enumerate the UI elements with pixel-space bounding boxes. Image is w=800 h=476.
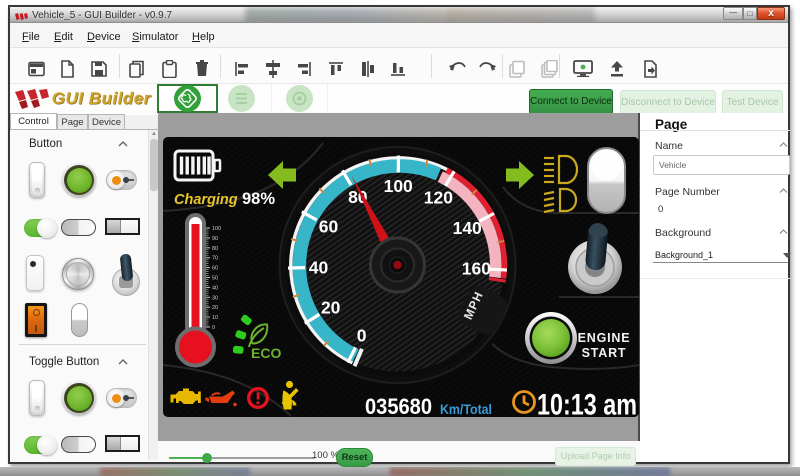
svg-text:Km/Total: Km/Total <box>440 402 492 417</box>
svg-text:20: 20 <box>321 297 341 317</box>
svg-text:160: 160 <box>462 259 491 279</box>
svg-text:120: 120 <box>424 188 453 208</box>
svg-text:ECO: ECO <box>251 345 281 361</box>
svg-text:035680: 035680 <box>365 394 432 417</box>
svg-text:40: 40 <box>309 257 329 277</box>
svg-text:98%: 98% <box>242 190 275 208</box>
svg-text:80: 80 <box>212 246 218 252</box>
svg-text:90: 90 <box>212 236 218 242</box>
svg-text:START: START <box>582 346 627 360</box>
svg-text:30: 30 <box>212 295 218 301</box>
svg-text:10: 10 <box>212 315 218 321</box>
svg-text:140: 140 <box>453 218 482 238</box>
svg-text:10:13 am: 10:13 am <box>537 389 637 418</box>
svg-text:100: 100 <box>384 176 413 196</box>
svg-text:70: 70 <box>212 256 218 262</box>
svg-text:100: 100 <box>212 226 221 232</box>
svg-text:60: 60 <box>212 266 218 272</box>
svg-text:0: 0 <box>357 326 367 346</box>
svg-text:Charging: Charging <box>174 192 238 208</box>
svg-text:50: 50 <box>212 276 218 282</box>
svg-text:40: 40 <box>212 285 218 291</box>
svg-text:ENGINE: ENGINE <box>578 331 631 345</box>
svg-text:60: 60 <box>319 217 339 237</box>
svg-text:20: 20 <box>212 305 218 311</box>
svg-text:0: 0 <box>212 325 215 331</box>
